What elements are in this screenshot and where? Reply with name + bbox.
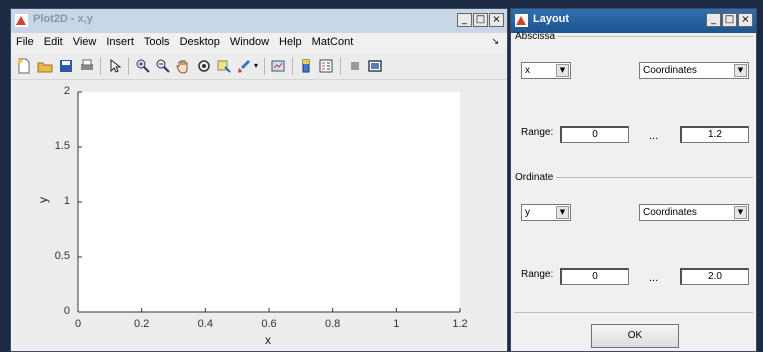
minimize-button[interactable]: _ <box>457 13 472 27</box>
menu-dock-arrow-icon[interactable]: ↘ <box>491 36 499 47</box>
close-button[interactable]: × <box>489 13 504 27</box>
brush-icon[interactable] <box>236 58 252 74</box>
menu-help[interactable]: Help <box>274 33 307 48</box>
menu-desktop[interactable]: Desktop <box>175 33 225 48</box>
save-icon[interactable] <box>58 58 74 74</box>
x-tick-label: 0.6 <box>261 318 277 330</box>
abscissa-range-min-input[interactable]: 0 <box>560 126 629 143</box>
x-tick-label: 1.2 <box>452 318 468 330</box>
menu-view[interactable]: View <box>68 33 102 48</box>
layout-window: Layout _ □ × Abscissa x ▼ Coordinates ▼ … <box>510 8 757 352</box>
abscissa-legend: Abscissa <box>515 31 556 42</box>
menu-tools[interactable]: Tools <box>139 33 175 48</box>
colorbar-icon[interactable] <box>298 58 314 74</box>
rotate-3d-icon[interactable] <box>196 58 212 74</box>
menu-insert[interactable]: Insert <box>101 33 139 48</box>
ordinate-variable-select[interactable]: y ▼ <box>521 204 571 221</box>
toolbar-separator <box>128 58 129 75</box>
chevron-down-icon[interactable]: ▼ <box>556 64 569 77</box>
x-axis-label: x <box>265 333 271 347</box>
menu-edit[interactable]: Edit <box>39 33 68 48</box>
chevron-down-icon[interactable]: ▼ <box>556 206 569 219</box>
edit-plot-arrow-icon[interactable] <box>107 58 123 74</box>
brush-dropdown-icon[interactable]: ▾ <box>252 58 260 74</box>
show-plot-tools-icon[interactable] <box>367 58 383 74</box>
hide-plot-tools-icon[interactable] <box>347 58 363 74</box>
x-tick-label: 1 <box>393 318 400 330</box>
ordinate-type-value: Coordinates <box>643 207 697 218</box>
abscissa-range-ellipsis: ... <box>649 130 659 142</box>
abscissa-group: Abscissa <box>514 31 753 172</box>
menubar: File Edit View Insert Tools Desktop Window Help… <box>11 33 507 53</box>
pan-hand-icon[interactable] <box>175 58 191 74</box>
maximize-button[interactable]: □ <box>473 13 488 27</box>
new-figure-icon[interactable] <box>16 58 32 74</box>
x-tick-label: 0.4 <box>197 318 213 330</box>
minimize-button[interactable]: _ <box>706 13 721 27</box>
chevron-down-icon[interactable]: ▼ <box>734 206 747 219</box>
menu-file[interactable]: File <box>11 33 39 48</box>
figure-toolbar: ▾ <box>11 53 507 80</box>
ordinate-range-label: Range: <box>521 269 554 280</box>
data-cursor-icon[interactable] <box>216 58 232 74</box>
toolbar-separator <box>292 58 293 75</box>
x-tick-label: 0 <box>74 318 82 330</box>
x-tick-label: 0.2 <box>134 318 150 330</box>
maximize-button[interactable]: □ <box>722 13 737 27</box>
plot-axes[interactable] <box>78 92 460 312</box>
matlab-logo-icon <box>15 14 28 27</box>
zoom-out-icon[interactable] <box>155 58 171 74</box>
abscissa-range-max-input[interactable]: 1.2 <box>680 126 749 143</box>
y-tick-label: 0 <box>63 305 70 317</box>
ordinate-type-select[interactable]: Coordinates ▼ <box>639 204 749 221</box>
close-button[interactable]: × <box>738 13 753 27</box>
layout-window-title: Layout <box>533 13 570 25</box>
legend-icon[interactable] <box>318 58 334 74</box>
x-tick-label: 0.8 <box>325 318 341 330</box>
ordinate-legend: Ordinate <box>515 172 554 183</box>
layout-window-titlebar[interactable]: Layout _ □ × <box>511 9 756 33</box>
toolbar-separator <box>340 58 341 75</box>
print-icon[interactable] <box>79 58 95 74</box>
toolbar-separator <box>264 58 265 75</box>
abscissa-type-select[interactable]: Coordinates ▼ <box>639 62 749 79</box>
chevron-down-icon[interactable]: ▼ <box>734 64 747 77</box>
ok-button[interactable]: OK <box>591 324 679 348</box>
plot-window-titlebar[interactable]: Plot2D - x,y _ □ × <box>11 9 507 33</box>
toolbar-separator <box>100 58 101 75</box>
ordinate-range-min-input[interactable]: 0 <box>560 268 629 285</box>
zoom-in-icon[interactable] <box>135 58 151 74</box>
ordinate-group: Ordinate <box>514 172 753 313</box>
ordinate-range-ellipsis: ... <box>649 272 659 284</box>
button-divider <box>514 312 753 313</box>
matlab-logo-icon <box>515 14 528 27</box>
abscissa-range-label: Range: <box>521 127 554 138</box>
abscissa-type-value: Coordinates <box>643 65 697 76</box>
menu-matcont[interactable]: MatCont <box>307 33 359 48</box>
link-plot-icon[interactable] <box>270 58 286 74</box>
abscissa-variable-value: x <box>525 65 530 76</box>
y-tick-label: 1.5 <box>54 140 70 152</box>
ordinate-variable-value: y <box>525 207 530 218</box>
abscissa-variable-select[interactable]: x ▼ <box>521 62 571 79</box>
ordinate-range-max-input[interactable]: 2.0 <box>680 268 749 285</box>
open-file-icon[interactable] <box>37 58 53 74</box>
y-tick-label: 2 <box>63 85 70 97</box>
y-tick-label: 0.5 <box>54 250 70 262</box>
y-axis-label: y <box>36 197 50 203</box>
plot-window-title: Plot2D - x,y <box>33 13 93 25</box>
menu-window[interactable]: Window <box>225 33 274 48</box>
